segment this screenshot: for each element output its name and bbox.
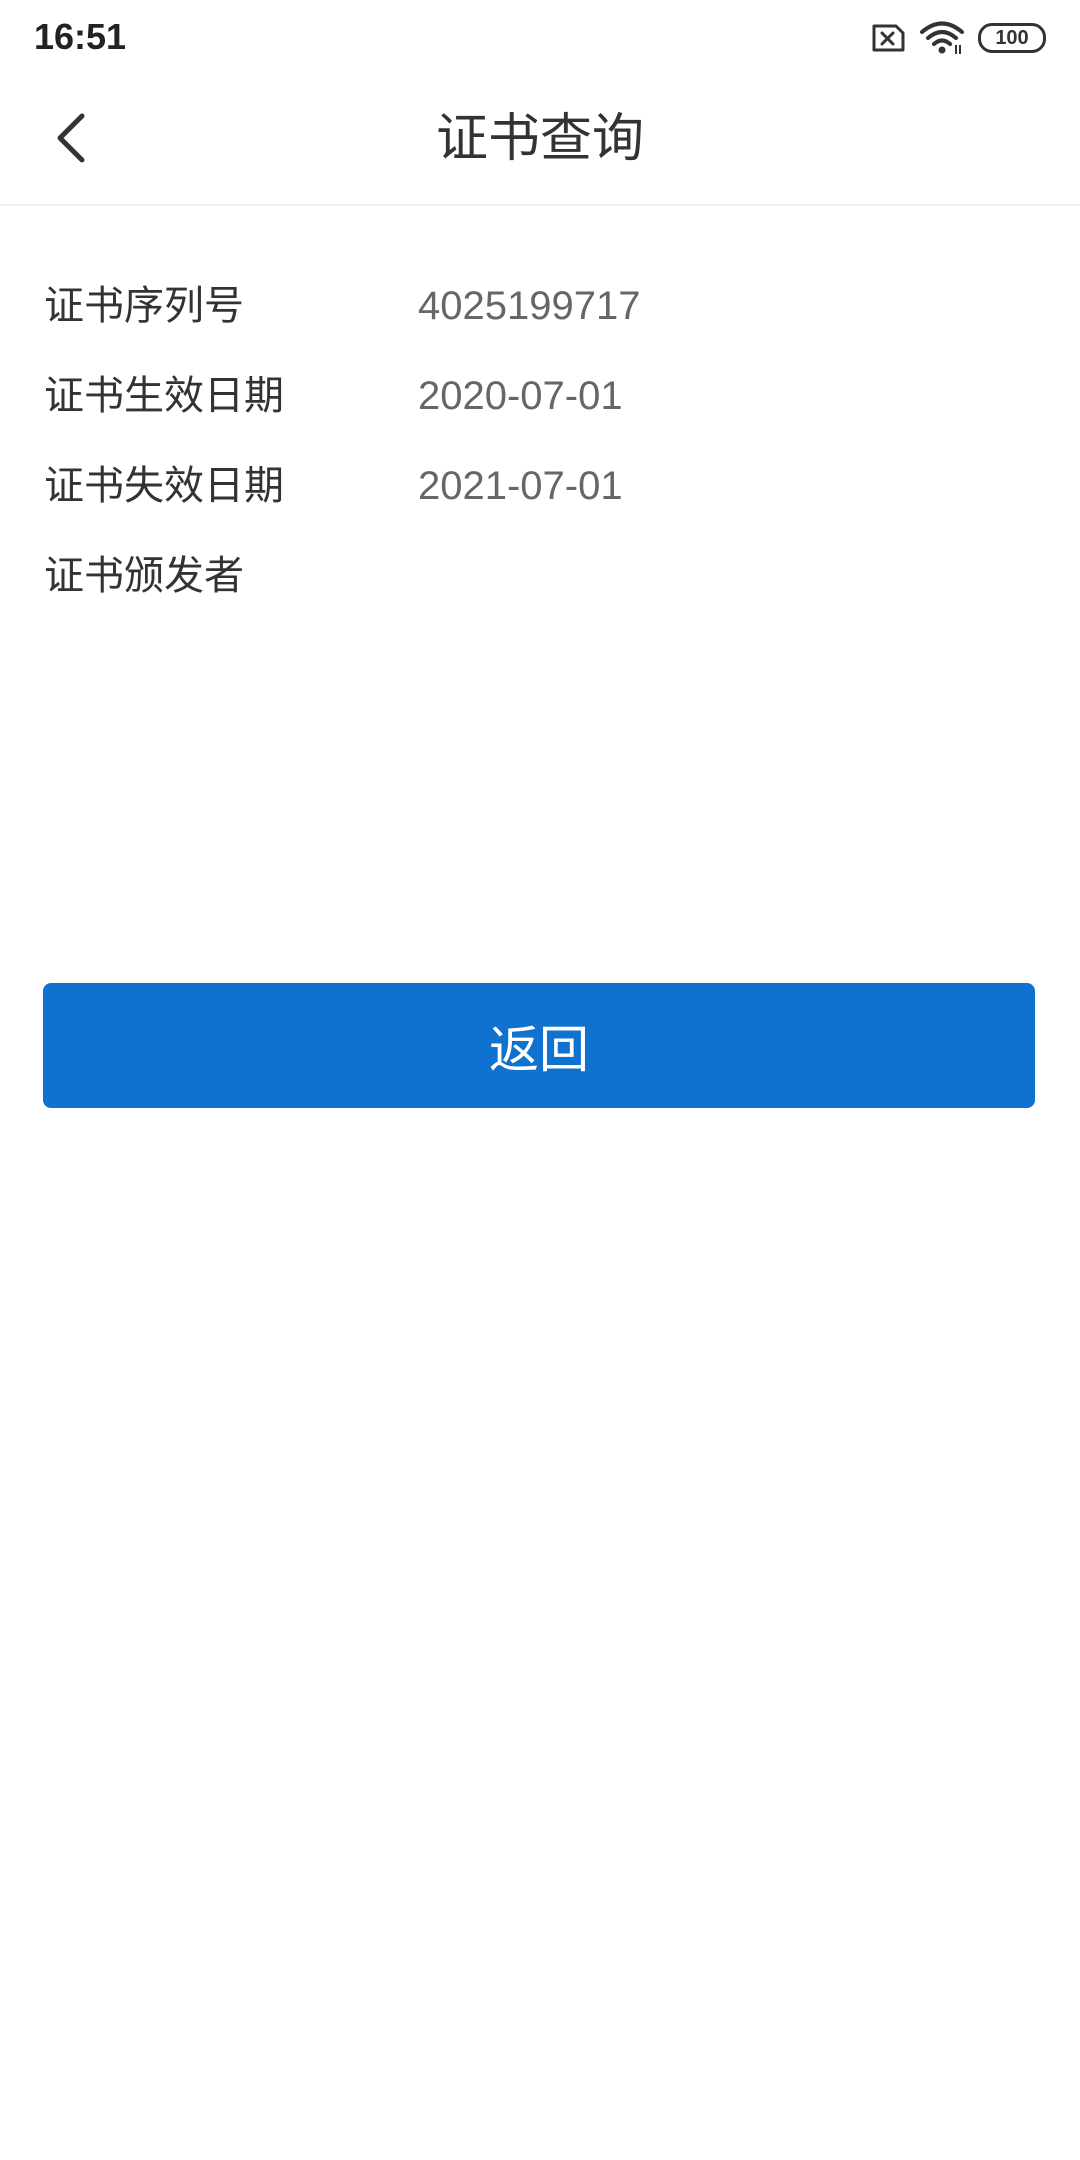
effective-date-label: 证书生效日期 — [44, 373, 284, 419]
status-icons: 100 — [868, 20, 1046, 56]
serial-number-value: 4025199717 — [418, 284, 641, 328]
status-time: 16:51 — [34, 16, 127, 57]
expiry-date-label: 证书失效日期 — [44, 463, 284, 509]
title-bar: 证书查询 — [0, 76, 1080, 206]
info-row-effective-date: 证书生效日期 2020-07-01 — [0, 360, 1080, 450]
return-button[interactable]: 返回 — [43, 983, 1035, 1108]
info-row-serial-number: 证书序列号 4025199717 — [0, 270, 1080, 360]
effective-date-value: 2020-07-01 — [418, 374, 623, 418]
sim-error-icon — [868, 23, 906, 53]
expiry-date-value: 2021-07-01 — [418, 464, 623, 508]
certificate-info-list: 证书序列号 4025199717 证书生效日期 2020-07-01 证书失效日… — [0, 270, 1080, 630]
battery-level: 100 — [995, 26, 1029, 49]
info-row-expiry-date: 证书失效日期 2021-07-01 — [0, 450, 1080, 540]
battery-icon: 100 — [978, 23, 1046, 53]
issuer-label: 证书颁发者 — [44, 553, 244, 599]
status-bar: 16:51 100 — [0, 0, 1080, 76]
serial-number-label: 证书序列号 — [44, 283, 244, 329]
wifi-icon — [920, 21, 964, 55]
page-title: 证书查询 — [435, 109, 644, 169]
info-row-issuer: 证书颁发者 — [0, 540, 1080, 630]
return-button-label: 返回 — [489, 1020, 589, 1079]
